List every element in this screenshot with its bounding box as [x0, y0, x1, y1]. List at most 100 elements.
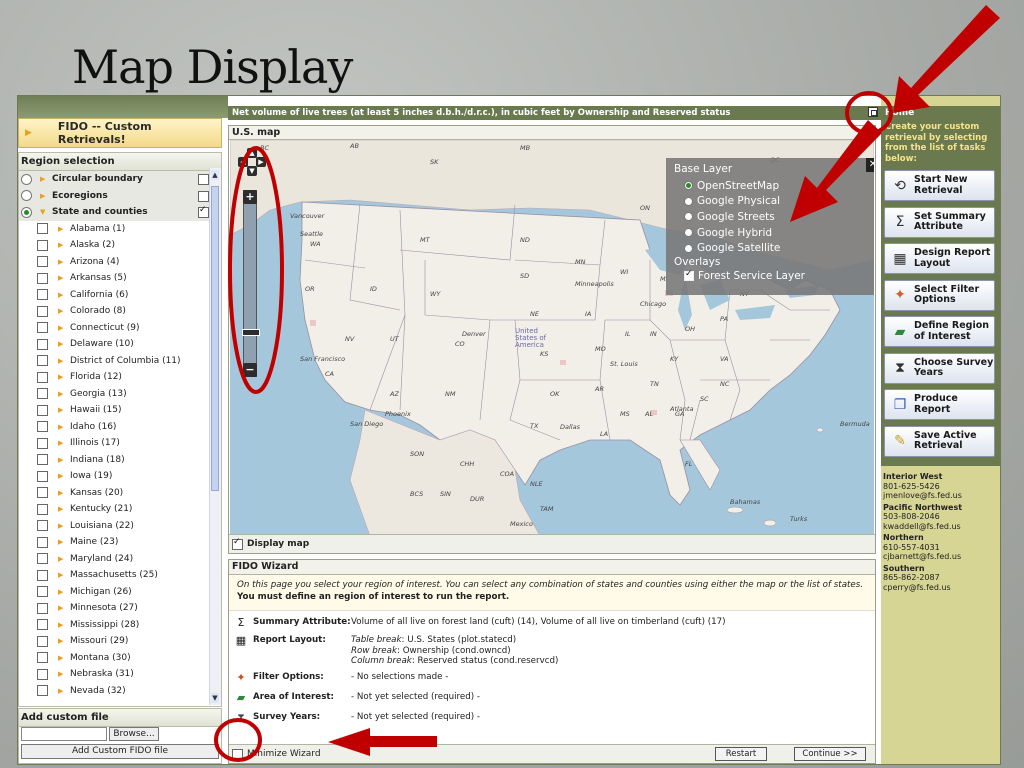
us-map[interactable]: BCABSKMBQCONWAORCANVIDMTWYUTCOAZNMNDSDNE… [230, 140, 874, 536]
expand-arrow-icon[interactable]: ▶ [58, 555, 64, 563]
state-item[interactable]: ▶ District of Columbia (11) [19, 353, 221, 370]
expand-arrow-icon[interactable]: ▶ [58, 390, 64, 398]
state-item[interactable]: ▶ Mississippi (28) [19, 617, 221, 634]
base-layer-radio[interactable] [684, 228, 693, 238]
wizard-layout-row[interactable]: ▦ Report Layout: Table break: U.S. State… [229, 635, 875, 667]
expand-arrow-icon[interactable]: ▶ [58, 604, 64, 612]
task-save[interactable]: ✎ Save Active Retrieval [884, 425, 995, 457]
zoom-thumb[interactable] [242, 329, 260, 336]
contact-email[interactable]: kwaddell@fs.fed.us [883, 522, 998, 532]
base-layer-option[interactable]: Google Streets [674, 209, 866, 225]
scroll-down-icon[interactable]: ▼ [211, 693, 219, 703]
state-checkbox[interactable] [37, 536, 48, 548]
region-type-radio[interactable] [21, 173, 32, 185]
state-checkbox[interactable] [37, 289, 48, 301]
state-item[interactable]: ▶ Illinois (17) [19, 435, 221, 452]
state-checkbox[interactable] [37, 272, 48, 284]
state-checkbox[interactable] [37, 437, 48, 449]
contact-email[interactable]: cjbarnett@fs.fed.us [883, 552, 998, 562]
state-item[interactable]: ▶ Missouri (29) [19, 633, 221, 650]
region-type-checkbox[interactable] [198, 205, 209, 218]
state-checkbox[interactable] [37, 371, 48, 383]
base-layer-radio[interactable] [684, 196, 693, 206]
state-item[interactable]: ▶ Idaho (16) [19, 419, 221, 436]
base-layer-radio[interactable] [684, 243, 693, 253]
state-checkbox[interactable] [37, 668, 48, 680]
wizard-summary-row[interactable]: Σ Summary Attribute: Volume of all live … [229, 617, 875, 629]
minimize-wizard-checkbox[interactable] [232, 748, 243, 760]
task-grid[interactable]: ▦ Design Report Layout [884, 243, 995, 274]
state-item[interactable]: ▶ Florida (12) [19, 369, 221, 386]
state-checkbox[interactable] [37, 256, 48, 268]
task-report[interactable]: ❐ Produce Report [884, 389, 995, 420]
pan-north-icon[interactable]: ▲ [247, 148, 257, 158]
base-layer-option[interactable]: Google Hybrid [674, 225, 866, 241]
expand-arrow-icon[interactable]: ▼ [40, 208, 46, 216]
expand-arrow-icon[interactable]: ▶ [58, 637, 64, 645]
wizard-area-row[interactable]: ▰ Area of Interest: - Not yet selected (… [229, 692, 875, 704]
region-type-radio[interactable] [21, 206, 32, 218]
home-link[interactable]: Home [881, 106, 1000, 120]
base-layer-option[interactable]: OpenStreetMap [674, 178, 866, 194]
expand-arrow-icon[interactable]: ▶ [58, 670, 64, 678]
contact-email[interactable]: jmenlove@fs.fed.us [883, 491, 998, 501]
scroll-thumb[interactable] [211, 186, 219, 491]
state-item[interactable]: ▶ Michigan (26) [19, 584, 221, 601]
state-checkbox[interactable] [37, 503, 48, 515]
state-checkbox[interactable] [37, 487, 48, 499]
expand-arrow-icon[interactable]: ▶ [40, 175, 46, 183]
base-layer-radio[interactable] [684, 181, 693, 191]
state-item[interactable]: ▶ Alaska (2) [19, 237, 221, 254]
expand-arrow-icon[interactable]: ▶ [58, 258, 64, 266]
restart-button[interactable]: Restart [715, 747, 767, 761]
expand-arrow-icon[interactable]: ▶ [58, 307, 64, 315]
overlay-checkbox[interactable] [684, 269, 694, 281]
state-checkbox[interactable] [37, 470, 48, 482]
state-checkbox[interactable] [37, 685, 48, 697]
state-item[interactable]: ▶ Nebraska (31) [19, 666, 221, 683]
state-checkbox[interactable] [37, 305, 48, 317]
state-item[interactable]: ▶ Hawaii (15) [19, 402, 221, 419]
state-item[interactable]: ▶ Maryland (24) [19, 551, 221, 568]
expand-arrow-icon[interactable]: ▶ [58, 621, 64, 629]
collapse-panel-icon[interactable] [868, 107, 878, 117]
state-item[interactable]: ▶ Kentucky (21) [19, 501, 221, 518]
state-checkbox[interactable] [37, 338, 48, 350]
wizard-filter-row[interactable]: ✦ Filter Options: - No selections made - [229, 672, 875, 684]
state-item[interactable]: ▶ Arkansas (5) [19, 270, 221, 287]
expand-arrow-icon[interactable]: ▶ [58, 505, 64, 513]
state-checkbox[interactable] [37, 569, 48, 581]
display-map-checkbox[interactable] [232, 537, 243, 550]
expand-arrow-icon[interactable]: ▶ [58, 654, 64, 662]
task-filter[interactable]: ✦ Select Filter Options [884, 279, 995, 311]
expand-arrow-icon[interactable]: ▶ [58, 588, 64, 596]
state-item[interactable]: ▶ Minnesota (27) [19, 600, 221, 617]
expand-arrow-icon[interactable]: ▶ [40, 192, 46, 200]
base-layer-option[interactable]: Google Satellite [674, 240, 866, 256]
state-item[interactable]: ▶ Massachusetts (25) [19, 567, 221, 584]
region-type-checkbox[interactable] [198, 174, 209, 185]
state-checkbox[interactable] [37, 388, 48, 400]
expand-arrow-icon[interactable]: ▶ [58, 241, 64, 249]
state-checkbox[interactable] [37, 454, 48, 466]
base-layer-radio[interactable] [684, 212, 693, 222]
state-item[interactable]: ▶ Indiana (18) [19, 452, 221, 469]
scroll-up-icon[interactable]: ▲ [211, 170, 219, 180]
state-item[interactable]: ▶ Georgia (13) [19, 386, 221, 403]
region-type-2[interactable]: ▼ State and counties [19, 204, 221, 221]
state-item[interactable]: ▶ Kansas (20) [19, 485, 221, 502]
contact-email[interactable]: cperry@fs.fed.us [883, 583, 998, 593]
continue-button[interactable]: Continue >> [794, 747, 866, 761]
state-item[interactable]: ▶ Nevada (32) [19, 683, 221, 700]
region-type-checkbox[interactable] [198, 190, 209, 202]
task-start[interactable]: ⟲ Start New Retrieval [884, 170, 995, 201]
expand-arrow-icon[interactable]: ▶ [58, 538, 64, 546]
zoom-out-icon[interactable]: − [243, 363, 257, 377]
expand-arrow-icon[interactable]: ▶ [58, 456, 64, 464]
state-item[interactable]: ▶ Louisiana (22) [19, 518, 221, 535]
expand-arrow-icon[interactable]: ▶ [58, 274, 64, 282]
state-checkbox[interactable] [37, 355, 48, 367]
state-checkbox[interactable] [37, 404, 48, 416]
expand-arrow-icon[interactable]: ▶ [58, 357, 64, 365]
pan-west-icon[interactable]: ◀ [238, 157, 248, 167]
